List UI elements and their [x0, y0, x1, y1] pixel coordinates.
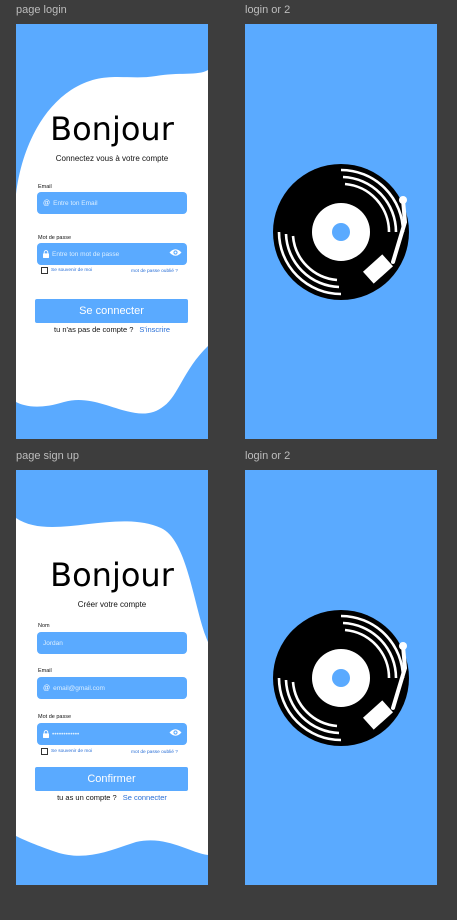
lock-icon	[43, 250, 49, 258]
at-icon: @	[43, 199, 51, 207]
login-button[interactable]: Se connecter	[35, 299, 188, 323]
password-field[interactable]: Entre ton mot de passe	[37, 243, 187, 265]
name-field-label: Nom	[38, 623, 50, 629]
name-field[interactable]: Jordan	[37, 632, 187, 654]
frame-label-login-or-2-bottom: login or 2	[245, 450, 291, 462]
vinyl-record-icon	[273, 610, 409, 746]
frame-label-page-login: page login	[16, 4, 67, 16]
vinyl-screen-top	[245, 24, 437, 439]
page-title: Bonjour	[50, 110, 174, 148]
email-field[interactable]: @ email@gmail.com	[37, 677, 187, 699]
confirm-button[interactable]: Confirmer	[35, 767, 188, 791]
page-subtitle: Créer votre compte	[77, 600, 147, 609]
password-value: ••••••••••••	[52, 730, 80, 738]
remember-label: Se souvenir de moi	[51, 268, 93, 273]
vinyl-screen-bottom	[245, 470, 437, 885]
remember-me[interactable]: Se souvenir de moi	[41, 267, 92, 274]
login-screen: Bonjour Connectez vous à votre compte Em…	[16, 24, 208, 439]
password-field-label: Mot de passe	[38, 235, 72, 241]
email-field[interactable]: @ Entre ton Email	[37, 192, 187, 214]
signup-link[interactable]: S'inscrire	[139, 325, 170, 334]
no-account-text: tu n'as pas de compte ?	[53, 325, 134, 334]
frame-label-page-sign-up: page sign up	[16, 450, 79, 462]
page-subtitle: Connectez vous à votre compte	[55, 154, 169, 163]
has-account-text: tu as un compte ?	[57, 793, 117, 802]
password-placeholder: Entre ton mot de passe	[52, 250, 120, 258]
eye-icon[interactable]	[169, 728, 182, 739]
at-icon: @	[43, 684, 51, 692]
remember-checkbox[interactable]	[41, 748, 48, 755]
lock-icon	[43, 730, 49, 738]
signup-prompt: tu n'as pas de compte ? S'inscrire	[16, 325, 208, 334]
remember-me[interactable]: Se souvenir de moi	[41, 748, 92, 755]
name-placeholder: Jordan	[43, 639, 63, 647]
email-field-label: Email	[38, 668, 52, 674]
remember-label: Se souvenir de moi	[51, 749, 93, 754]
eye-icon[interactable]	[169, 248, 182, 259]
email-placeholder: email@gmail.com	[53, 684, 105, 692]
login-prompt: tu as un compte ? Se connecter	[16, 793, 208, 802]
remember-checkbox[interactable]	[41, 267, 48, 274]
forgot-password-link[interactable]: mot de passe oublié ?	[131, 750, 178, 755]
password-field-label: Mot de passe	[38, 714, 72, 720]
frame-label-login-or-2-top: login or 2	[245, 4, 291, 16]
password-field[interactable]: ••••••••••••	[37, 723, 187, 745]
vinyl-record-icon	[273, 164, 409, 300]
forgot-password-link[interactable]: mot de passe oublié ?	[131, 269, 178, 274]
login-link[interactable]: Se connecter	[123, 793, 167, 802]
email-field-label: Email	[38, 184, 52, 190]
signup-screen: Bonjour Créer votre compte Nom Jordan Em…	[16, 470, 208, 885]
page-title: Bonjour	[50, 556, 174, 594]
email-placeholder: Entre ton Email	[53, 199, 98, 207]
